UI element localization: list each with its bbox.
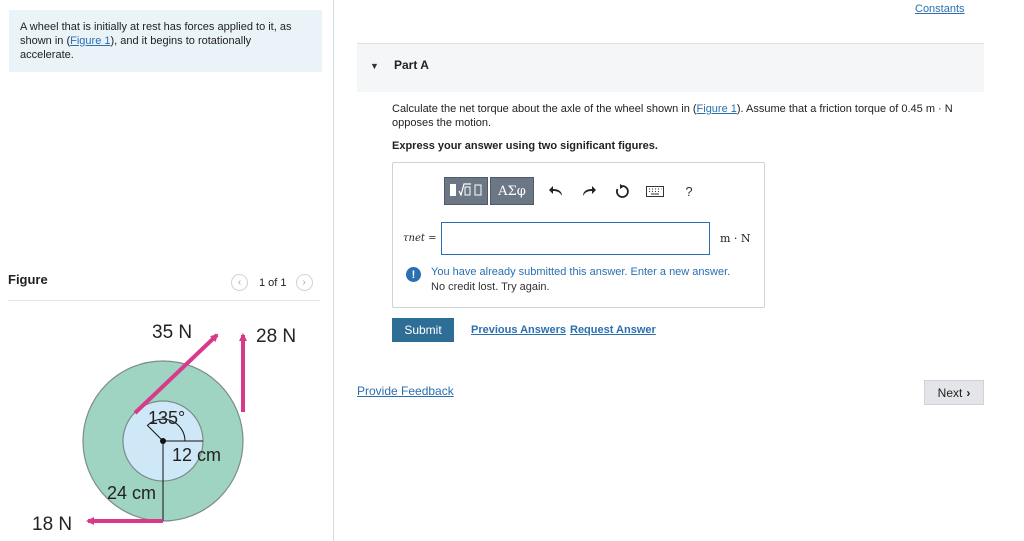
submit-button[interactable]: Submit (392, 318, 454, 342)
provide-feedback-link[interactable]: Provide Feedback (357, 384, 454, 398)
keyboard-icon[interactable] (644, 180, 666, 202)
problem-intro: A wheel that is initially at rest has fo… (9, 10, 322, 72)
reset-icon[interactable] (611, 180, 633, 202)
figure-pager: ‹ 1 of 1 › (231, 274, 313, 291)
question-after: ). Assume that a friction torque of 0.45… (736, 103, 953, 115)
answer-box: ΑΣφ ? τnet = m · N ! You have already su… (392, 162, 765, 308)
template-button[interactable] (444, 177, 488, 205)
warning-detail: No credit lost. Try again. (431, 281, 550, 293)
question-text: Calculate the net torque about the axle … (392, 102, 982, 130)
chevron-right-icon: › (302, 277, 306, 288)
figure-title: Figure (8, 272, 48, 287)
instruction-text: Express your answer using two significan… (392, 140, 658, 152)
outer-radius-label: 24 cm (107, 483, 156, 503)
warning-icon: ! (406, 267, 421, 282)
constants-link[interactable]: Constants (915, 3, 965, 15)
unit-label: m · N (720, 232, 751, 245)
next-label: Next (937, 385, 963, 400)
force-18n-label: 18 N (32, 514, 72, 535)
intro-line1: A wheel that is initially at rest has fo… (20, 21, 292, 33)
undo-icon[interactable] (545, 180, 567, 202)
part-a-header[interactable]: ▼ Part A (357, 44, 984, 92)
previous-answers-link[interactable]: Previous Answers (471, 324, 566, 336)
caret-down-icon: ▼ (370, 61, 379, 71)
figure-next-button[interactable]: › (295, 274, 313, 291)
intro-text: A wheel that is initially at rest has fo… (20, 20, 311, 62)
intro-line2-after: ), and it begins to rotationally (110, 35, 252, 47)
next-button[interactable]: Next › (924, 380, 984, 405)
part-title: Part A (394, 58, 429, 72)
variable-label: τnet = (403, 233, 437, 244)
warning-message: You have already submitted this answer. … (431, 266, 731, 278)
angle-label: 135° (148, 408, 185, 428)
axle (160, 438, 166, 444)
wheel-figure: 35 N 28 N 18 N 135° 12 cm 24 cm (32, 322, 296, 535)
force-35n-label: 35 N (152, 322, 192, 343)
greek-symbols-button[interactable]: ΑΣφ (490, 177, 534, 205)
figure-link[interactable]: Figure 1 (70, 35, 110, 47)
chevron-right-icon: › (966, 385, 971, 400)
chevron-left-icon: ‹ (237, 277, 242, 288)
template-icon (449, 182, 483, 201)
question-before: Calculate the net torque about the axle … (392, 103, 697, 115)
inner-radius-label: 12 cm (172, 445, 221, 465)
help-button[interactable]: ? (678, 180, 700, 202)
redo-icon[interactable] (578, 180, 600, 202)
intro-line2-before: shown in ( (20, 35, 71, 47)
request-answer-link[interactable]: Request Answer (570, 324, 656, 336)
math-toolbar: ΑΣφ ? (444, 177, 700, 205)
figure-prev-button[interactable]: ‹ (231, 274, 248, 291)
force-28n-label: 28 N (256, 326, 296, 347)
left-panel: A wheel that is initially at rest has fo… (0, 0, 334, 541)
figure-counter: 1 of 1 (259, 276, 287, 289)
question-figure-link[interactable]: Figure 1 (697, 103, 737, 115)
question-line2: opposes the motion. (392, 117, 492, 129)
intro-line3: accelerate. (20, 49, 74, 61)
answer-input[interactable] (441, 222, 710, 255)
